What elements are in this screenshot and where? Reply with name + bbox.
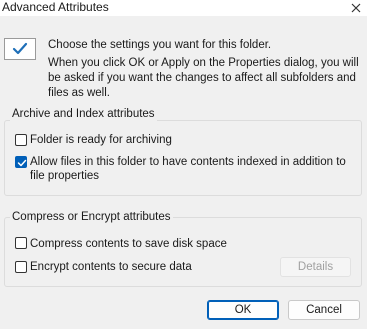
ok-button[interactable]: OK: [207, 300, 279, 320]
title-bar: Advanced Attributes: [0, 0, 367, 16]
encrypt-checkbox[interactable]: [15, 261, 27, 273]
folder-icon: [4, 38, 36, 60]
archiving-checkbox[interactable]: [15, 134, 27, 146]
close-button[interactable]: [345, 0, 367, 16]
close-icon: [351, 3, 361, 13]
archiving-label: Folder is ready for archiving: [30, 134, 172, 146]
compress-label: Compress contents to save disk space: [30, 238, 227, 250]
compress-checkbox[interactable]: [15, 237, 27, 249]
compress-encrypt-group-label: Compress or Encrypt attributes: [10, 210, 173, 224]
cancel-button[interactable]: Cancel: [288, 300, 360, 320]
archive-index-group-label: Archive and Index attributes: [10, 107, 157, 121]
details-button[interactable]: Details: [280, 257, 351, 277]
intro-explanation: When you click OK or Apply on the Proper…: [48, 57, 359, 99]
indexing-label: Allow files in this folder to have conte…: [30, 156, 346, 182]
encrypt-label: Encrypt contents to secure data: [30, 261, 192, 273]
window-title: Advanced Attributes: [2, 0, 109, 14]
checkmark-icon: [17, 159, 27, 167]
indexing-checkbox[interactable]: [15, 156, 27, 168]
intro-text: Choose the settings you want for this fo…: [48, 39, 272, 51]
